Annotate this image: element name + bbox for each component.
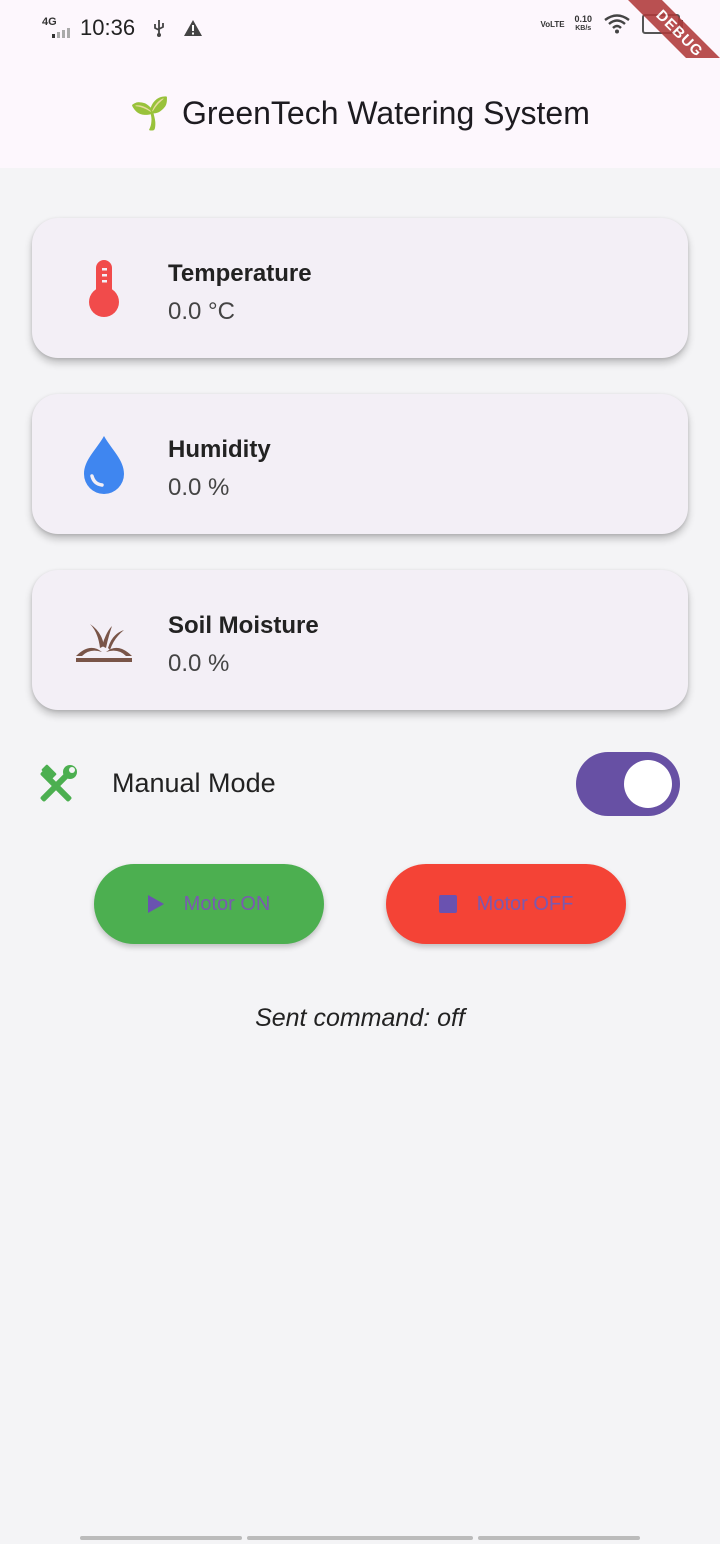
manual-mode-switch[interactable] (576, 752, 680, 816)
nav-handle-left (80, 1536, 242, 1540)
motor-off-label: Motor OFF (476, 892, 574, 915)
page-title: 🌱 GreenTech Watering System (130, 94, 590, 132)
motor-on-label: Motor ON (183, 892, 271, 915)
motor-off-button[interactable]: Motor OFF (386, 864, 626, 944)
cellular-signal-icon: 4G (42, 14, 72, 42)
sent-command-status: Sent command: off (255, 1004, 465, 1032)
hammer-wrench-icon (40, 764, 77, 802)
temperature-card: Temperature 0.0 °C (32, 218, 688, 358)
app-title: GreenTech Watering System (181, 94, 590, 131)
app-bar: 🌱 GreenTech Watering System (0, 58, 720, 168)
manual-mode-label: Manual Mode (112, 768, 276, 798)
manual-mode-row: Manual Mode (0, 748, 720, 820)
thermometer-icon (89, 260, 119, 317)
motor-on-button[interactable]: Motor ON (94, 864, 324, 944)
humidity-value: 0.0 % (168, 474, 230, 501)
humidity-card: Humidity 0.0 % (32, 394, 688, 534)
warning-icon (184, 20, 203, 36)
water-drop-icon (84, 436, 124, 494)
wifi-icon (604, 14, 630, 34)
usb-icon (154, 20, 164, 37)
network-speed: 0.10 KB/s (574, 14, 592, 33)
soil-moisture-card: Soil Moisture 0.0 % (32, 570, 688, 710)
seedling-icon: 🌱 (130, 95, 170, 131)
nav-handle-center (247, 1536, 473, 1540)
soil-moisture-label: Soil Moisture (168, 612, 319, 639)
temperature-label: Temperature (168, 260, 312, 287)
status-bar: 4G 10:36 VoLTE 0.10 KB/s (0, 0, 720, 58)
status-time: 10:36 (80, 15, 136, 40)
stop-icon (438, 895, 457, 913)
nav-handle-right (478, 1536, 640, 1540)
volte-indicator: VoLTE (540, 19, 565, 29)
grass-icon (76, 624, 132, 662)
play-icon (147, 895, 164, 913)
temperature-value: 0.0 °C (168, 298, 235, 325)
switch-knob (624, 760, 672, 808)
humidity-label: Humidity (168, 436, 271, 463)
soil-moisture-value: 0.0 % (168, 650, 230, 677)
